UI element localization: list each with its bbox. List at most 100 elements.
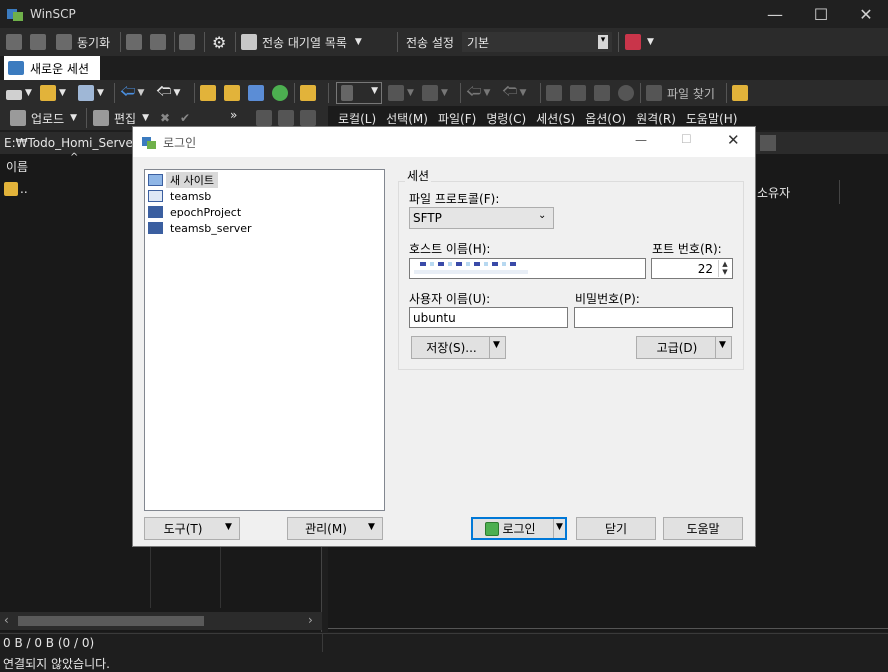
console-button[interactable]	[126, 31, 142, 53]
site-tree-item[interactable]: teamsb_server	[148, 220, 252, 236]
compare-button[interactable]	[30, 31, 46, 53]
login-button[interactable]: 로그인 ▼	[471, 517, 567, 540]
session-tab-bar	[0, 56, 888, 80]
home-button[interactable]	[248, 82, 264, 104]
port-spinner[interactable]: ▲ ▼	[718, 260, 731, 277]
folder-icon	[341, 85, 353, 101]
filter-button[interactable]: ▼	[78, 82, 104, 104]
divider	[204, 32, 205, 52]
menu-item[interactable]: 파일(F)	[438, 110, 476, 127]
username-input[interactable]: ubuntu	[409, 307, 568, 328]
menu-item[interactable]: 원격(R)	[636, 110, 676, 127]
horizontal-scrollbar[interactable]: ‹ ›	[0, 612, 322, 630]
transfer-options-button[interactable]: ▼	[625, 31, 654, 53]
help-button[interactable]: 도움말	[663, 517, 743, 540]
column-header-owner[interactable]: 소유자	[748, 180, 840, 204]
local-dir-button[interactable]	[6, 31, 22, 53]
remote-open-button[interactable]: ▼	[388, 82, 414, 104]
more-tools-button[interactable]: »	[230, 104, 237, 126]
advanced-label: 고급(D)	[656, 341, 698, 355]
column-header-name[interactable]: 이름 ^	[0, 152, 150, 178]
title-bar: WinSCP — ☐ ✕	[0, 0, 888, 28]
parent-folder-icon	[200, 85, 216, 101]
upload-label: 업로드	[31, 111, 65, 126]
root-dir-button[interactable]	[224, 82, 240, 104]
menu-item[interactable]: 로컬(L)	[338, 110, 376, 127]
menu-item[interactable]: 세션(S)	[536, 110, 575, 127]
remote-dir-select[interactable]: ▼	[336, 82, 382, 104]
chevron-down-icon: ▼	[407, 88, 414, 98]
arrow-right-icon: 🢢	[502, 81, 518, 100]
selection-status: 0 B / 0 B (0 / 0)	[3, 636, 95, 650]
parent-folder-icon	[4, 182, 18, 196]
main-toolbar: 동기화 ⚙ 전송 대기열 목록 ▼ 전송 설정 기본 ▾ ▼	[0, 28, 888, 56]
drive-select[interactable]: ▼	[6, 82, 32, 104]
remote-refresh-button[interactable]	[618, 82, 634, 104]
transfer-preset-select[interactable]: 기본 ▾	[462, 32, 612, 52]
back-button[interactable]: 🢠 ▼	[120, 82, 144, 104]
host-input[interactable]	[409, 258, 646, 279]
maximize-button[interactable]: ☐	[798, 0, 844, 28]
home-icon	[248, 85, 264, 101]
menu-item[interactable]: 도움말(H)	[686, 110, 738, 127]
dialog-maximize-button[interactable]: ☐	[681, 132, 692, 146]
scrollbar-thumb[interactable]	[18, 616, 204, 626]
upload-button[interactable]: 업로드 ▼	[10, 107, 77, 129]
putty-button[interactable]	[150, 31, 166, 53]
menu-item[interactable]: 옵션(O)	[585, 110, 626, 127]
ssh-button[interactable]	[179, 31, 195, 53]
monitor-icon	[148, 222, 163, 234]
plus-icon	[256, 110, 272, 126]
console-icon	[126, 34, 142, 50]
remote-root-button[interactable]	[570, 82, 586, 104]
save-button[interactable]: 저장(S)... ▼	[411, 336, 506, 359]
putty-icon	[150, 34, 166, 50]
manage-button[interactable]: 관리(M) ▼	[287, 517, 383, 540]
tools-button[interactable]: 도구(T) ▼	[144, 517, 240, 540]
scroll-right-icon[interactable]: ›	[308, 613, 313, 627]
chevron-down-icon: ▼	[173, 88, 181, 98]
preferences-button[interactable]: ⚙	[212, 31, 226, 53]
dialog-close-button[interactable]: ✕	[727, 131, 740, 149]
filter-icon[interactable]	[760, 135, 776, 151]
tab-new-session[interactable]: 새로운 세션	[4, 56, 100, 80]
list-item[interactable]: ..	[4, 180, 28, 198]
remote-home-button[interactable]	[594, 82, 610, 104]
protocol-select[interactable]: SFTP ⌄	[409, 207, 554, 229]
port-input[interactable]: 22 ▲ ▼	[651, 258, 733, 279]
minimize-button[interactable]: —	[752, 0, 798, 28]
root-folder-icon	[570, 85, 586, 101]
remote-parent-button[interactable]	[546, 82, 562, 104]
transfer-options-icon	[625, 34, 641, 50]
advanced-button[interactable]: 고급(D) ▼	[636, 336, 732, 359]
remote-forward-button[interactable]: 🢢 ▼	[502, 82, 526, 104]
menu-item[interactable]: 명령(C)	[486, 110, 526, 127]
parent-dir-button[interactable]	[200, 82, 216, 104]
site-tree-item[interactable]: 새 사이트	[148, 172, 252, 188]
sync-button[interactable]: 동기화	[56, 31, 110, 53]
forward-button[interactable]: 🢢 ▼	[156, 82, 180, 104]
site-tree-item[interactable]: teamsb	[148, 188, 252, 204]
site-tree-item[interactable]: epochProject	[148, 204, 252, 220]
remote-back-button[interactable]: 🢠 ▼	[466, 82, 490, 104]
menu-item[interactable]: 선택(M)	[386, 110, 428, 127]
find-files-button[interactable]: 파일 찾기	[646, 82, 715, 104]
dialog-minimize-button[interactable]: —	[635, 133, 647, 147]
open-folder-button[interactable]: ▼	[40, 82, 66, 104]
chevron-down-icon: ▼	[371, 86, 378, 96]
password-input[interactable]	[574, 307, 733, 328]
remote-bookmark-button[interactable]	[732, 82, 748, 104]
refresh-button[interactable]	[272, 82, 288, 104]
scroll-left-icon[interactable]: ‹	[4, 613, 9, 627]
close-button[interactable]: 닫기	[576, 517, 656, 540]
column-name-label: 이름	[6, 159, 29, 174]
chevron-down-icon: ▼	[25, 88, 32, 98]
site-tree[interactable]: 새 사이트 teamsb epochProject teamsb_server	[144, 169, 385, 511]
close-window-button[interactable]: ✕	[843, 0, 888, 28]
username-label: 사용자 이름(U):	[409, 292, 491, 306]
bookmark-button[interactable]	[300, 82, 316, 104]
minus-icon	[278, 110, 294, 126]
remote-filter-button[interactable]: ▼	[422, 82, 448, 104]
chevron-down-icon: ▼	[368, 522, 375, 532]
queue-list-button[interactable]: 전송 대기열 목록 ▼	[241, 31, 362, 53]
